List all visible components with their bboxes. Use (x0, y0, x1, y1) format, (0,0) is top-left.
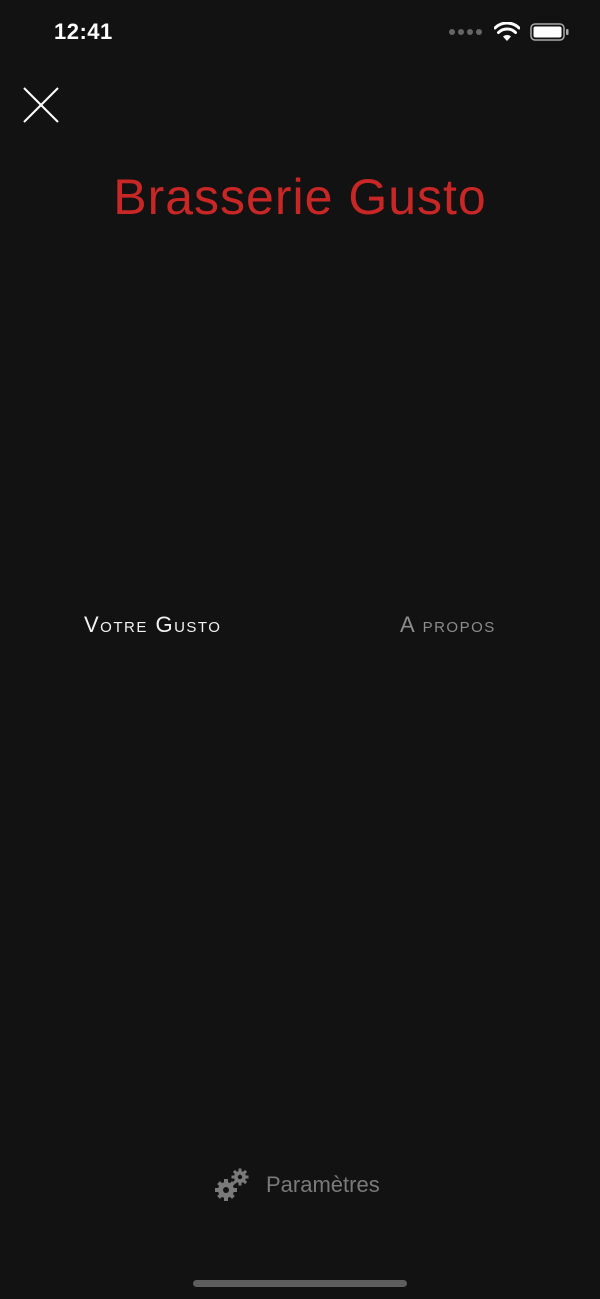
battery-icon (530, 23, 569, 41)
signal-dots-icon (449, 29, 482, 35)
status-bar: 12:41 (0, 0, 600, 70)
brand-title: Brasserie Gusto (113, 169, 487, 225)
settings-button[interactable]: Paramètres (214, 1168, 380, 1202)
home-indicator[interactable] (193, 1280, 407, 1287)
nav-item-a-propos[interactable]: A propos (400, 612, 496, 638)
status-icons (448, 22, 570, 42)
nav-item-votre-gusto[interactable]: Votre Gusto (84, 612, 221, 638)
wifi-icon (494, 22, 520, 41)
status-time: 12:41 (54, 19, 113, 44)
close-button[interactable] (22, 86, 60, 124)
gears-icon (215, 1168, 249, 1201)
settings-label: Paramètres (266, 1172, 380, 1197)
close-icon (23, 87, 59, 123)
